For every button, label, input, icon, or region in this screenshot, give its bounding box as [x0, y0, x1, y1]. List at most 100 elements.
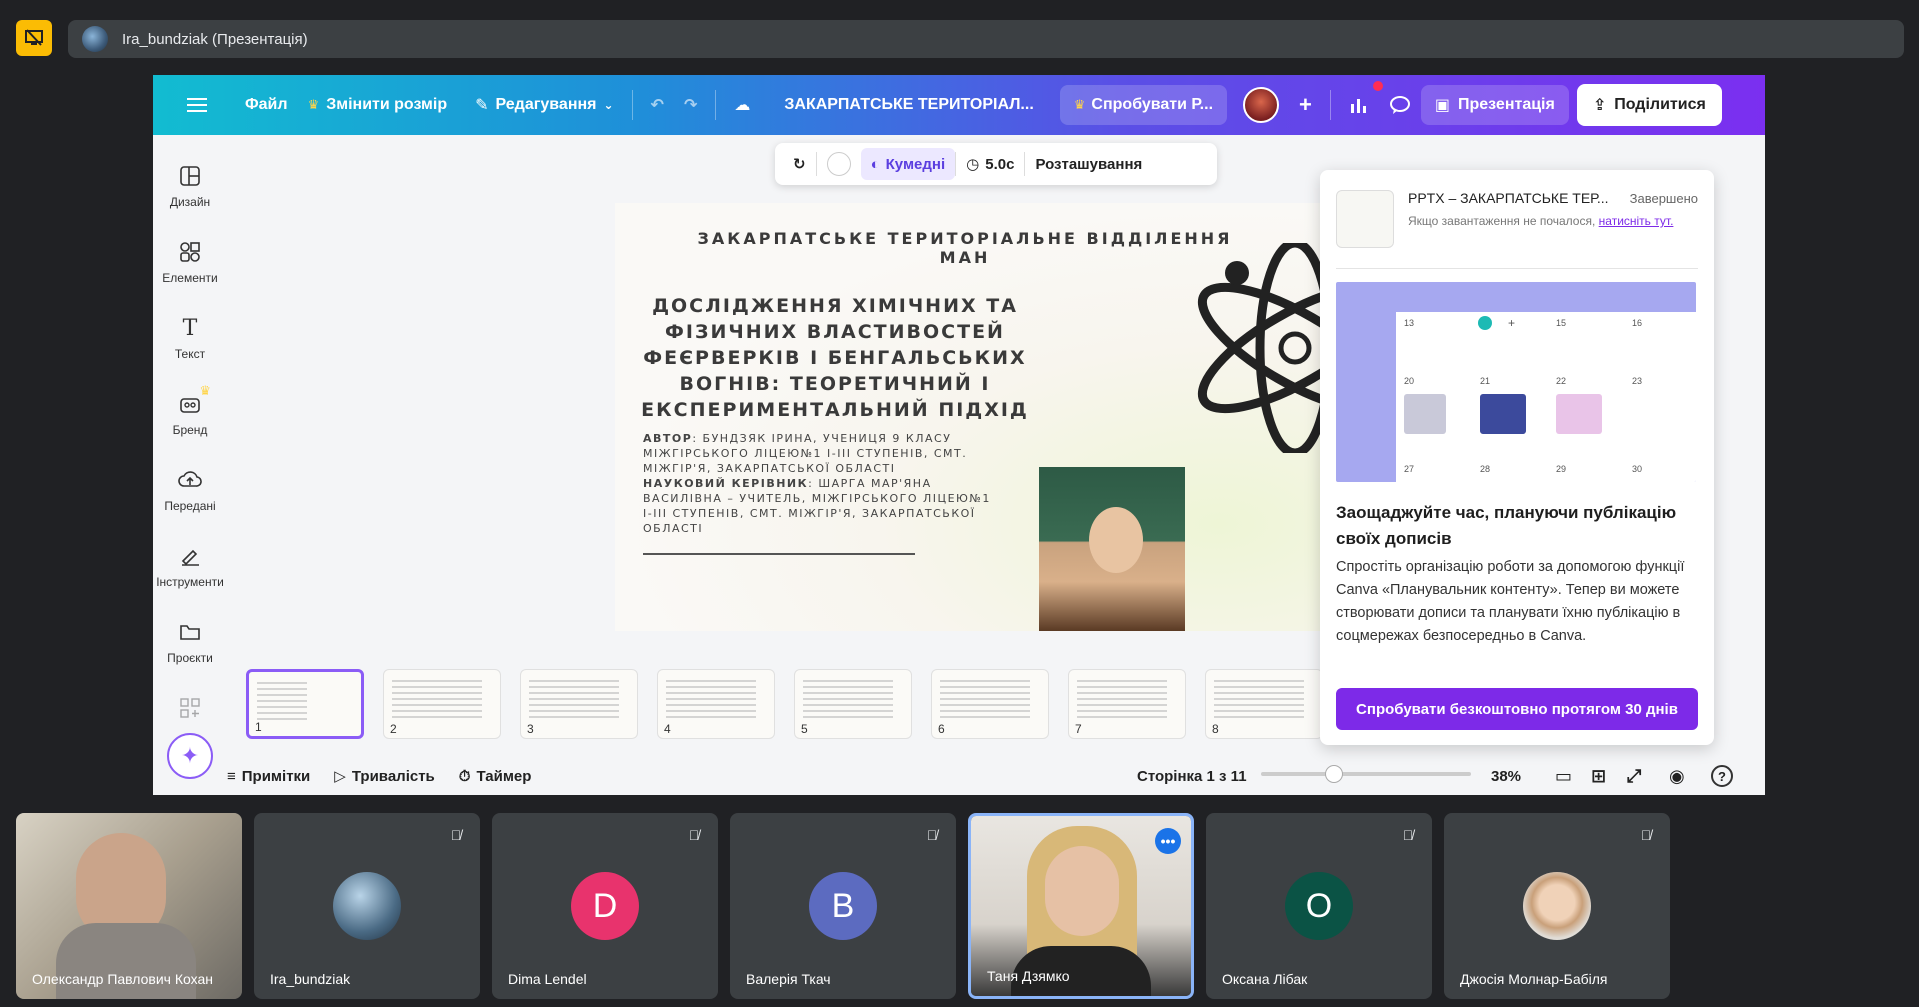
present-icon: ▣ [1434, 97, 1450, 114]
text-icon: T [182, 315, 198, 341]
redo-icon[interactable]: ↷ [674, 85, 707, 125]
slide-thumbnail[interactable]: 3 [520, 669, 638, 739]
magic-assistant-icon[interactable]: ✦ [167, 733, 213, 779]
participant-tile[interactable]: 🎙̸ B Валерія Ткач [730, 813, 956, 999]
position-label: Розташування [1035, 155, 1143, 173]
check-icon[interactable]: ◉ [1669, 766, 1685, 787]
thumb-number: 6 [938, 722, 945, 736]
apps-icon [177, 695, 203, 721]
slide-thumbnail[interactable]: 2 [383, 669, 501, 739]
try-pro-button[interactable]: ♛ Спробувати Р... [1059, 85, 1228, 125]
participant-tile[interactable]: 🎙̸ D Dima Lendel [492, 813, 718, 999]
present-button[interactable]: ▣ Презентація [1420, 85, 1569, 125]
file-menu[interactable]: Файл [235, 85, 298, 125]
participant-name: Оксана Лібак [1222, 971, 1308, 987]
retry-link[interactable]: натисніть тут. [1599, 214, 1674, 228]
sidebar-item-design[interactable]: Дизайн [153, 163, 227, 209]
more-options-icon[interactable]: ••• [1155, 828, 1181, 854]
animation-icon: ◐ [870, 155, 880, 173]
thumb-number: 8 [1212, 722, 1219, 736]
notes-view-icon[interactable]: ▭ [1555, 766, 1572, 787]
participant-tile[interactable]: Олександр Павлович Кохан [16, 813, 242, 999]
participant-tile-active-speaker[interactable]: ••• Таня Дзямко [968, 813, 1194, 999]
slide-title: ДОСЛІДЖЕННЯ ХІМІЧНИХ ТА ФІЗИЧНИХ ВЛАСТИВ… [641, 295, 1029, 421]
resize-button[interactable]: ♛ Змінити розмір [298, 85, 458, 125]
presenter-banner: Ira_bundziak (Презентація) [68, 20, 1904, 58]
avatar [1243, 87, 1280, 123]
comment-icon[interactable] [1379, 85, 1421, 125]
design-icon [177, 163, 203, 189]
analytics-icon[interactable] [1339, 81, 1383, 125]
download-status: PPTX – ЗАКАРПАТСЬКЕ ТЕР... Завершено Якщ… [1336, 186, 1698, 269]
calendar-day: 30 [1632, 464, 1643, 474]
try-pro-label: Спробувати Р... [1091, 96, 1214, 113]
participant-name: Валерія Ткач [746, 971, 831, 987]
slide-thumbnail[interactable]: 6 [931, 669, 1049, 739]
doc-title[interactable]: ЗАКАРПАТСЬКЕ ТЕРИТОРІАЛ... [774, 85, 1043, 125]
sidebar-item-brand[interactable]: ♛ Бренд [153, 383, 227, 437]
add-collaborator-icon[interactable]: + [1289, 85, 1322, 125]
hint-text: Якщо завантаження не почалося, [1408, 214, 1596, 228]
undo-icon[interactable]: ↶ [641, 85, 674, 125]
animation-style-button[interactable]: ◐ Кумедні [860, 148, 956, 180]
doc-title-text: ЗАКАРПАТСЬКЕ ТЕРИТОРІАЛ... [784, 96, 1034, 113]
zoom-slider-handle[interactable] [1325, 765, 1343, 783]
uploads-icon [177, 467, 203, 493]
promo-description: Спростіть організацію роботи за допомого… [1336, 559, 1685, 644]
pencil-icon: ✎ [475, 97, 489, 114]
sidebar-item-text[interactable]: T Текст [153, 315, 227, 362]
participant-avatar [333, 872, 401, 940]
menu-icon[interactable] [177, 85, 217, 125]
help-icon[interactable]: ? [1711, 765, 1733, 787]
file-thumbnail [1336, 190, 1394, 248]
duration-toggle[interactable]: ▷ Тривалість [334, 767, 435, 786]
promo-panel: PPTX – ЗАКАРПАТСЬКЕ ТЕР... Завершено Якщ… [1320, 170, 1714, 745]
calendar-day: 23 [1632, 376, 1643, 386]
sidebar-label: Інструменти [156, 575, 224, 589]
participant-name: Ira_bundziak [270, 971, 351, 987]
clock-icon: ◷ [966, 156, 980, 173]
sidebar-item-tools[interactable]: Інструменти [153, 543, 227, 589]
duration-toggle-label: Тривалість [351, 767, 435, 785]
zoom-level[interactable]: 38% [1491, 768, 1521, 785]
slide-thumbnail[interactable]: 1 [246, 669, 364, 739]
mic-off-icon: 🎙̸ [1640, 827, 1652, 843]
replay-icon[interactable]: ↻ [783, 148, 816, 180]
notes-button[interactable]: ≡ Примітки [227, 768, 310, 785]
canva-window: Файл ♛ Змінити розмір ✎ Редагування ⌄ ↶ ↷… [153, 75, 1765, 795]
fullscreen-icon[interactable]: ⤢ [1627, 766, 1641, 787]
zoom-slider-track[interactable] [1261, 772, 1471, 776]
slide-thumbnail[interactable]: 4 [657, 669, 775, 739]
calendar-day: 29 [1556, 464, 1567, 474]
position-button[interactable]: Розташування [1025, 148, 1152, 180]
sidebar-item-uploads[interactable]: Передані [153, 467, 227, 513]
participant-initial: D [571, 872, 639, 940]
slide-thumbnail[interactable]: 7 [1068, 669, 1186, 739]
crown-icon: ♛ [1073, 97, 1086, 112]
timer-button[interactable]: ⏱ Таймер [459, 768, 532, 785]
duration-button[interactable]: ◷ 5.0с [956, 148, 1024, 180]
stop-presenting-icon[interactable] [16, 20, 52, 56]
grid-view-icon[interactable]: ⊞ [1591, 766, 1606, 787]
sidebar-item-projects[interactable]: Проєкти [153, 619, 227, 665]
slide-thumbnail[interactable]: 5 [794, 669, 912, 739]
participant-name: Джосія Молнар-Бабіля [1460, 971, 1608, 987]
sidebar-item-apps[interactable] [153, 695, 227, 727]
calendar-day: 28 [1480, 464, 1491, 474]
participant-tile[interactable]: 🎙̸ O Оксана Лібак [1206, 813, 1432, 999]
thumb-number: 2 [390, 722, 397, 736]
share-button[interactable]: ⇪ Поділитися [1576, 84, 1722, 126]
editing-dropdown[interactable]: ✎ Редагування ⌄ [465, 85, 623, 125]
slide-thumbnail[interactable]: 8 [1205, 669, 1323, 739]
elements-icon [177, 239, 203, 265]
free-trial-button[interactable]: Спробувати безкоштовно протягом 30 днів [1336, 688, 1698, 730]
calendar-day: 27 [1404, 464, 1415, 474]
participant-tile[interactable]: 🎙̸ Джосія Молнар-Бабіля [1444, 813, 1670, 999]
student-photo [1039, 467, 1185, 631]
color-swatch[interactable] [817, 148, 861, 180]
user-avatar[interactable] [1233, 85, 1289, 125]
participant-tile[interactable]: 🎙̸ Ira_bundziak [254, 813, 480, 999]
calendar-day: 15 [1556, 318, 1567, 328]
cloud-saved-icon[interactable]: ☁ [724, 85, 760, 125]
sidebar-item-elements[interactable]: Елементи [153, 239, 227, 285]
